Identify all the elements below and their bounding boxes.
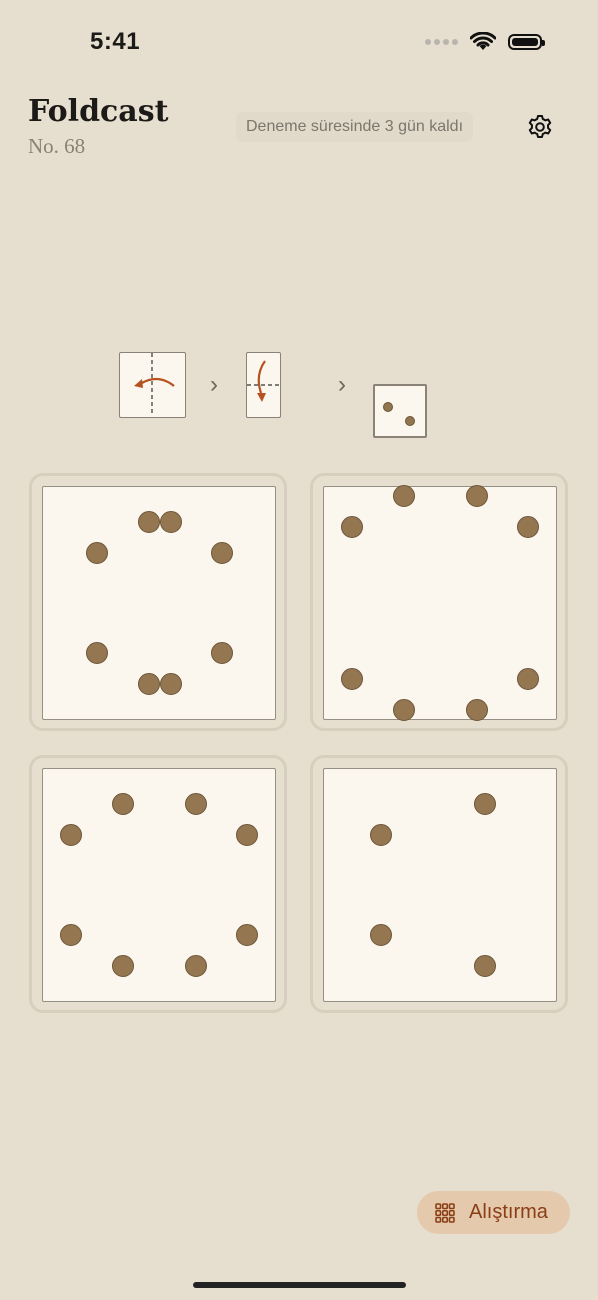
answer-option-3[interactable] xyxy=(29,755,287,1013)
practice-label: Alıştırma xyxy=(469,1201,548,1223)
home-indicator[interactable] xyxy=(193,1282,406,1288)
hole xyxy=(86,542,108,564)
unfolded-paper xyxy=(323,485,557,721)
hole xyxy=(341,668,363,690)
battery-icon xyxy=(508,34,545,50)
hole xyxy=(474,955,496,977)
fold-step-1 xyxy=(119,352,186,418)
grid-icon xyxy=(435,1202,455,1223)
status-icons xyxy=(425,32,545,52)
hole xyxy=(160,511,182,533)
chevron-right-icon: › xyxy=(210,371,218,398)
status-time: 5:41 xyxy=(90,28,141,55)
chevron-right-icon: › xyxy=(338,371,346,398)
puzzle-number: No. 68 xyxy=(28,134,86,158)
app-title: Foldcast xyxy=(28,94,169,129)
punch-hole xyxy=(383,402,393,412)
hole xyxy=(86,642,108,664)
hole xyxy=(517,668,539,690)
practice-button[interactable]: Alıştırma xyxy=(417,1191,570,1234)
fold-left-arrow-icon xyxy=(134,353,175,416)
fold-down-arrow-icon xyxy=(247,360,279,402)
hole xyxy=(466,699,488,721)
settings-gear-icon[interactable] xyxy=(526,113,554,141)
hole xyxy=(60,824,82,846)
hole xyxy=(138,673,160,695)
hole xyxy=(60,924,82,946)
hole xyxy=(393,699,415,721)
hole xyxy=(370,824,392,846)
fold-result xyxy=(373,384,427,438)
punch-hole xyxy=(405,416,415,426)
answer-option-1[interactable] xyxy=(29,473,287,731)
answer-option-4[interactable] xyxy=(310,755,568,1013)
trial-badge[interactable]: Deneme süresinde 3 gün kaldı xyxy=(236,112,474,142)
hole xyxy=(393,485,415,507)
hole xyxy=(211,642,233,664)
unfolded-paper xyxy=(42,768,276,1002)
hole xyxy=(236,924,258,946)
cellular-icon xyxy=(425,39,458,45)
hole xyxy=(211,542,233,564)
hole xyxy=(160,673,182,695)
hole xyxy=(370,924,392,946)
hole xyxy=(466,485,488,507)
hole xyxy=(185,793,207,815)
hole xyxy=(185,955,207,977)
hole xyxy=(474,793,496,815)
hole xyxy=(112,955,134,977)
unfolded-paper xyxy=(323,768,557,1002)
wifi-icon xyxy=(470,32,496,50)
hole xyxy=(236,824,258,846)
hole xyxy=(341,516,363,538)
hole xyxy=(112,793,134,815)
hole xyxy=(138,511,160,533)
unfolded-paper xyxy=(42,486,276,720)
answer-option-2[interactable] xyxy=(310,473,568,731)
hole xyxy=(517,516,539,538)
fold-step-2 xyxy=(246,352,281,418)
